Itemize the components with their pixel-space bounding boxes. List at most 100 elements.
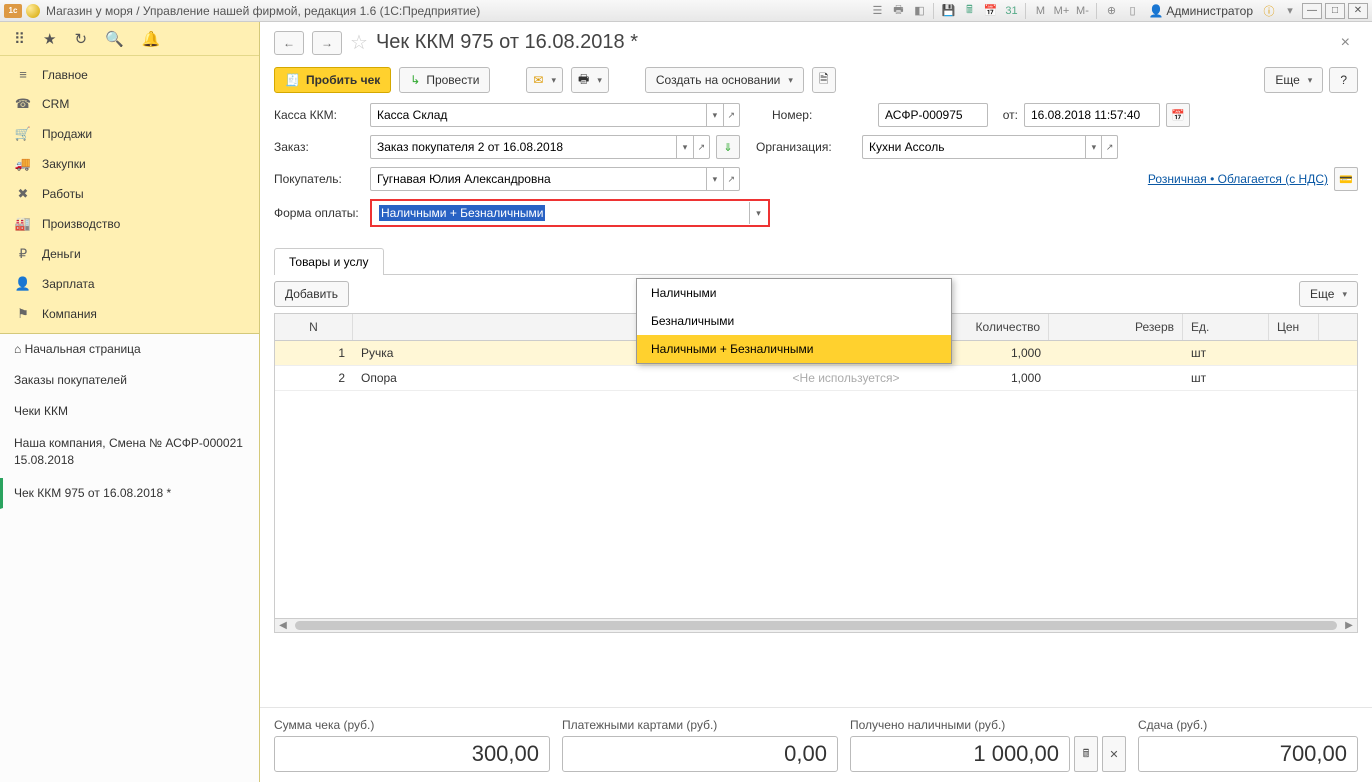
tab-goods[interactable]: Товары и услу <box>274 248 384 275</box>
dropdown-button[interactable]: ▾ <box>676 136 692 158</box>
more-button[interactable]: Еще▾ <box>1264 67 1323 93</box>
clear-button[interactable]: ✕ <box>1102 736 1126 772</box>
open-button[interactable]: ↗ <box>723 104 739 126</box>
nav-back-button[interactable]: ← <box>274 31 304 55</box>
scroll-thumb[interactable] <box>295 621 1337 630</box>
zakaz-field[interactable]: ▾ ↗ <box>370 135 710 159</box>
payment-form-field[interactable]: Наличными + Безналичными ▾ <box>373 202 767 224</box>
post-button[interactable]: ↳Провести <box>399 67 490 93</box>
card-value[interactable]: 0,00 <box>562 736 838 772</box>
sidebar-item-works[interactable]: ✖Работы <box>0 179 259 209</box>
sidebar-item-crm[interactable]: ☎CRM <box>0 89 259 119</box>
search-icon[interactable]: 🔍 <box>105 30 124 48</box>
punch-check-button[interactable]: 🧾Пробить чек <box>274 67 391 93</box>
panel-icon[interactable]: ▯ <box>1123 2 1141 20</box>
date-icon[interactable]: 31 <box>1002 2 1020 20</box>
kassa-input[interactable] <box>371 108 706 122</box>
minimize-button[interactable]: — <box>1302 3 1322 19</box>
compare-icon[interactable]: ◧ <box>910 2 928 20</box>
memory-mminus[interactable]: М- <box>1073 2 1091 20</box>
favorite-star-icon[interactable]: ☆ <box>350 30 368 55</box>
org-field[interactable]: ▾ ↗ <box>862 135 1118 159</box>
table-row[interactable]: 2 Опора <Не используется> 1,000 шт <box>275 366 1357 391</box>
sidebar-nav: ≡Главное ☎CRM 🛒Продажи 🚚Закупки ✖Работы … <box>0 56 259 333</box>
sidebar-opened-item[interactable]: Заказы покупателей <box>0 365 259 396</box>
sidebar-item-salary[interactable]: 👤Зарплата <box>0 269 259 299</box>
print-button[interactable]: 🖶▾ <box>571 67 609 93</box>
zoom-icon[interactable]: ⊕ <box>1102 2 1120 20</box>
create-based-button[interactable]: Создать на основании▾ <box>645 67 804 93</box>
card-button[interactable]: 💳 <box>1334 167 1358 191</box>
info-icon[interactable]: ⓘ <box>1260 2 1278 20</box>
memory-m[interactable]: М <box>1031 2 1049 20</box>
dropdown-option[interactable]: Безналичными <box>637 307 951 335</box>
print-icon[interactable]: 🖶 <box>889 2 907 20</box>
col-n[interactable]: N <box>275 314 353 340</box>
receipt-icon: 🧾 <box>285 73 300 87</box>
dropdown-icon[interactable]: ▾ <box>1281 2 1299 20</box>
close-button[interactable]: ✕ <box>1348 3 1368 19</box>
nomer-input[interactable] <box>879 108 987 122</box>
scroll-right-icon[interactable]: ▶ <box>1341 619 1357 632</box>
label-ot: от: <box>994 108 1018 122</box>
post-icon: ↳ <box>410 73 420 87</box>
date-field[interactable] <box>1024 103 1160 127</box>
maximize-button[interactable]: □ <box>1325 3 1345 19</box>
star-icon[interactable]: ★ <box>43 30 56 48</box>
kassa-field[interactable]: ▾ ↗ <box>370 103 740 127</box>
save-icon[interactable]: 💾 <box>939 2 957 20</box>
sidebar-item-sales[interactable]: 🛒Продажи <box>0 119 259 149</box>
fill-button[interactable]: ⇓ <box>716 135 740 159</box>
col-reserve[interactable]: Резерв <box>1049 314 1183 340</box>
sidebar-item-money[interactable]: ₽Деньги <box>0 239 259 269</box>
cash-value[interactable]: 1 000,00 <box>850 736 1070 772</box>
customer-input[interactable] <box>371 172 706 186</box>
calc-icon[interactable]: 🖩 <box>960 2 978 20</box>
help-button[interactable]: ? <box>1329 67 1358 93</box>
sidebar-item-main[interactable]: ≡Главное <box>0 60 259 89</box>
sidebar-opened-item[interactable]: Чеки ККМ <box>0 396 259 427</box>
dropdown-button[interactable]: ▾ <box>706 104 722 126</box>
calc-button[interactable]: 🖩 <box>1074 736 1098 772</box>
customer-field[interactable]: ▾ ↗ <box>370 167 740 191</box>
nav-forward-button[interactable]: → <box>312 31 342 55</box>
history-icon[interactable]: ↻ <box>74 30 87 48</box>
dropdown-option[interactable]: Наличными <box>637 279 951 307</box>
dropdown-button[interactable]: ▾ <box>1085 136 1101 158</box>
sidebar-item-company[interactable]: ⚑Компания <box>0 299 259 329</box>
memory-mplus[interactable]: М+ <box>1052 2 1070 20</box>
email-button[interactable]: ✉▾ <box>526 67 563 93</box>
open-button[interactable]: ↗ <box>723 168 739 190</box>
zakaz-input[interactable] <box>371 140 676 154</box>
dropdown-button[interactable]: ▾ <box>706 168 722 190</box>
add-button[interactable]: Добавить <box>274 281 349 307</box>
grid-more-button[interactable]: Еще▾ <box>1299 281 1358 307</box>
sidebar-opened-item[interactable]: Наша компания, Смена № АСФР-000021 15.08… <box>0 427 259 478</box>
close-doc-button[interactable]: × <box>1333 34 1358 52</box>
cash-label: Получено наличными (руб.) <box>850 718 1126 732</box>
open-button[interactable]: ↗ <box>1101 136 1117 158</box>
sidebar-item-purchases[interactable]: 🚚Закупки <box>0 149 259 179</box>
sidebar-opened-item-active[interactable]: Чек ККМ 975 от 16.08.2018 * <box>0 478 259 509</box>
phone-icon: ☎ <box>14 96 32 112</box>
dropdown-button[interactable]: ▾ <box>749 202 767 224</box>
calendar-icon[interactable]: 📅 <box>981 2 999 20</box>
sidebar-item-production[interactable]: 🏭Производство <box>0 209 259 239</box>
report-button[interactable]: 🗎 <box>812 67 836 93</box>
toolbar-icon[interactable]: ☰ <box>868 2 886 20</box>
horizontal-scrollbar[interactable]: ◀ ▶ <box>275 618 1357 632</box>
date-input[interactable] <box>1025 108 1159 122</box>
col-price[interactable]: Цен <box>1269 314 1319 340</box>
bell-icon[interactable]: 🔔 <box>142 30 161 48</box>
user-admin[interactable]: 👤Администратор <box>1144 4 1257 18</box>
org-input[interactable] <box>863 140 1085 154</box>
retail-link[interactable]: Розничная • Облагается (с НДС) <box>1148 172 1328 186</box>
open-button[interactable]: ↗ <box>693 136 709 158</box>
calendar-button[interactable]: 📅 <box>1166 103 1190 127</box>
scroll-left-icon[interactable]: ◀ <box>275 619 291 632</box>
dropdown-option-selected[interactable]: Наличными + Безналичными <box>637 335 951 363</box>
nomer-field[interactable] <box>878 103 988 127</box>
col-unit[interactable]: Ед. <box>1183 314 1269 340</box>
sidebar-home[interactable]: ⌂ Начальная страница <box>0 334 259 365</box>
apps-icon[interactable]: ⠿ <box>14 30 25 48</box>
